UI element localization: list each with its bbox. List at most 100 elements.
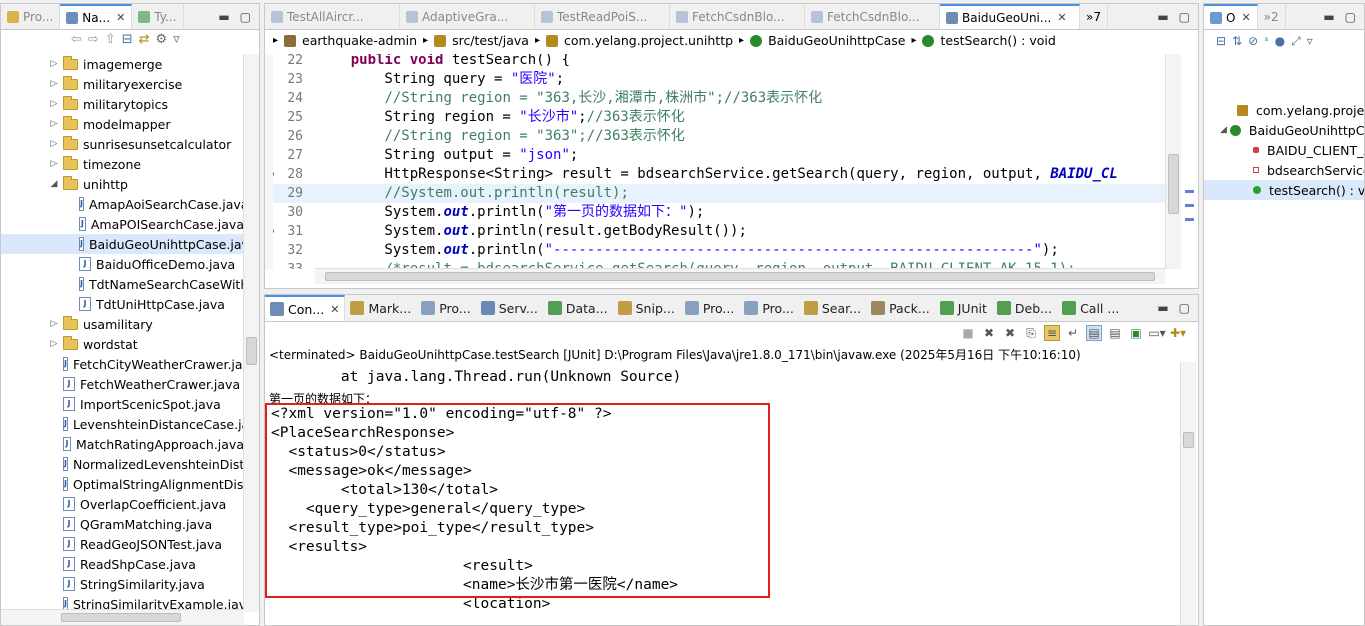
occurrence-marker[interactable]	[1185, 190, 1194, 193]
tree-file[interactable]: J FetchCityWeatherCrawer.java	[1, 354, 258, 374]
bottom-tab[interactable]: Pack...	[866, 295, 935, 321]
collapse-all-icon[interactable]: ⊟	[122, 32, 133, 47]
code-line[interactable]: 29 //System.out.println(result);	[273, 184, 1173, 203]
show-on-output-icon[interactable]: ▤	[1086, 325, 1102, 341]
tree-file[interactable]: J TdtNameSearchCaseWith	[1, 274, 248, 294]
editor-tab-overflow[interactable]: »7	[1080, 4, 1108, 29]
tree-file[interactable]: J BaiduOfficeDemo.java	[1, 254, 244, 274]
occurrence-marker-3[interactable]	[1185, 218, 1194, 221]
chevron-right-icon[interactable]: ▷	[49, 139, 59, 149]
display-console-icon[interactable]: ▭▾	[1148, 325, 1165, 341]
editor-tab[interactable]: FetchCsdnBlo...	[670, 4, 805, 29]
tree-folder[interactable]: ▷ militaryexercise	[1, 74, 244, 94]
show-on-error-icon[interactable]: ▤	[1107, 325, 1123, 341]
remove-all-icon[interactable]: ✖	[1002, 325, 1018, 341]
minimize-icon[interactable]: ▬	[218, 10, 229, 24]
close-icon[interactable]: ✕	[1057, 11, 1066, 24]
outline-item[interactable]: BAIDU_CLIENT_AK	[1204, 140, 1364, 160]
console-vertical-scrollbar[interactable]	[1180, 362, 1196, 625]
tab-outline[interactable]: O ✕	[1204, 4, 1258, 29]
bottom-tab[interactable]: Pro...	[416, 295, 476, 321]
tree-file[interactable]: J AmaPOISearchCase.java	[1, 214, 244, 234]
editor-tab[interactable]: FetchCsdnBlo...	[805, 4, 940, 29]
back-icon[interactable]: ⇦	[71, 32, 82, 47]
scrollbar-thumb-h[interactable]	[61, 613, 181, 622]
outline-item[interactable]: testSearch() : void	[1204, 180, 1364, 200]
editor-tab[interactable]: BaiduGeoUni... ✕	[940, 4, 1080, 29]
tree-file[interactable]: J ImportScenicSpot.java	[1, 394, 244, 414]
scroll-lock-icon[interactable]: ≡	[1044, 325, 1060, 341]
minimize-icon[interactable]: ▬	[1157, 301, 1168, 315]
editor-horizontal-scrollbar[interactable]	[315, 268, 1165, 284]
tree-folder[interactable]: ▷ sunrisesunsetcalculator	[1, 134, 244, 154]
minimize-icon[interactable]: ▬	[1323, 10, 1334, 24]
bottom-tab[interactable]: Snip...	[613, 295, 680, 321]
sort-icon[interactable]: ⇅	[1232, 34, 1242, 49]
chevron-down-icon[interactable]: ◢	[49, 179, 59, 189]
console-output[interactable]: at java.lang.Thread.run(Unknown Source) …	[265, 362, 1181, 625]
word-wrap-icon[interactable]: ↵	[1065, 325, 1081, 341]
tree-folder[interactable]: ◢ unihttp	[1, 174, 244, 194]
tree-file[interactable]: J OptimalStringAlignmentDist	[1, 474, 248, 494]
bottom-tab[interactable]: Sear...	[799, 295, 866, 321]
bottom-tab[interactable]: Con... ✕	[265, 295, 346, 321]
tree-file[interactable]: J StringSimilarity.java	[1, 574, 244, 594]
close-icon[interactable]: ✕	[116, 11, 125, 24]
tree-file[interactable]: J MatchRatingApproach.java	[1, 434, 244, 454]
code-line[interactable]: 22 public void testSearch() {	[273, 54, 1173, 70]
tree-folder[interactable]: ▷ modelmapper	[1, 114, 244, 134]
bottom-tab[interactable]: Serv...	[476, 295, 543, 321]
tree-file[interactable]: J QGramMatching.java	[1, 514, 244, 534]
code-line[interactable]: 23 String query = "医院";	[273, 70, 1173, 89]
maximize-icon[interactable]: ▢	[240, 10, 251, 24]
breadcrumb-item[interactable]: BaiduGeoUnihttpCase	[768, 33, 905, 48]
tree-file[interactable]: J FetchWeatherCrawer.java	[1, 374, 244, 394]
close-icon[interactable]: ✕	[1241, 11, 1250, 24]
code-line[interactable]: 32 System.out.println("-----------------…	[273, 241, 1173, 260]
pin-console-icon[interactable]: ▣	[1128, 325, 1144, 341]
bottom-tab[interactable]: Mark...	[345, 295, 416, 321]
bottom-tab[interactable]: Pro...	[680, 295, 740, 321]
collapse-all-icon[interactable]: ⊟	[1216, 34, 1226, 49]
maximize-icon[interactable]: ▢	[1179, 10, 1190, 24]
occurrence-marker-2[interactable]	[1185, 204, 1194, 207]
chevron-right-icon[interactable]: ▷	[49, 159, 59, 169]
chevron-right-icon[interactable]: ▷	[49, 59, 59, 69]
code-line[interactable]: 25 String region = "长沙市";//363表示怀化	[273, 108, 1173, 127]
editor-scrollbar-thumb-h[interactable]	[325, 272, 1155, 281]
code-area[interactable]: 22 public void testSearch() {23 String q…	[273, 54, 1173, 269]
tree-file[interactable]: J ReadShpCase.java	[1, 554, 244, 574]
bottom-tab[interactable]: JUnit	[935, 295, 992, 321]
bottom-tab[interactable]: Pro...	[739, 295, 799, 321]
code-line[interactable]: 26 //String region = "363";//363表示怀化	[273, 127, 1173, 146]
scrollbar-thumb[interactable]	[246, 337, 257, 365]
chevron-right-icon[interactable]: ▷	[49, 79, 59, 89]
code-line[interactable]: 27 String output = "json";	[273, 146, 1173, 165]
tree-folder[interactable]: ▷ imagemerge	[1, 54, 244, 74]
tree-file[interactable]: J LevenshteinDistanceCase.java	[1, 414, 259, 434]
tree-folder[interactable]: ▷ timezone	[1, 154, 244, 174]
breadcrumb-item[interactable]: earthquake-admin	[302, 33, 417, 48]
remove-launch-icon[interactable]: ✖	[981, 325, 997, 341]
outline-overflow[interactable]: »2	[1258, 4, 1286, 29]
code-line[interactable]: 28 HttpResponse<String> result = bdsearc…	[273, 165, 1173, 184]
hide-static-icon[interactable]: ˢ	[1264, 34, 1268, 49]
tab-project-explorer[interactable]: Pro...	[1, 4, 61, 29]
tree-file[interactable]: J BaiduGeoUnihttpCase.java	[1, 234, 257, 254]
code-line[interactable]: 30 System.out.println("第一页的数据如下：");	[273, 203, 1173, 222]
close-icon[interactable]: ✕	[330, 303, 339, 316]
tree-folder[interactable]: ▷ militarytopics	[1, 94, 244, 114]
maximize-icon[interactable]: ▢	[1345, 10, 1356, 24]
breadcrumb-item[interactable]: src/test/java	[452, 33, 529, 48]
maximize-icon[interactable]: ▢	[1179, 301, 1190, 315]
chevron-right-icon[interactable]: ▷	[49, 339, 59, 349]
minimize-icon[interactable]: ▬	[1157, 10, 1168, 24]
editor-vertical-scrollbar[interactable]	[1165, 54, 1181, 269]
outline-item[interactable]: ◢ BaiduGeoUnihttpCase	[1204, 120, 1364, 140]
breadcrumb-item[interactable]: com.yelang.project.unihttp	[564, 33, 733, 48]
chevron-down-icon[interactable]: ◢	[1220, 125, 1227, 135]
hide-nonpublic-icon[interactable]: ●	[1275, 34, 1285, 49]
editor-tab[interactable]: TestAllAircr...	[265, 4, 400, 29]
tree-file[interactable]: J OverlapCoefficient.java	[1, 494, 244, 514]
navigator-horizontal-scrollbar[interactable]	[1, 609, 244, 625]
